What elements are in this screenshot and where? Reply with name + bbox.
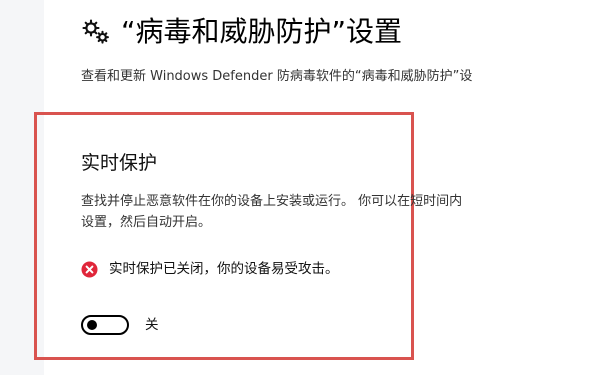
page-subtitle: 查看和更新 Windows Defender 防病毒软件的“病毒和威胁防护”设 — [81, 69, 473, 84]
description-line-1: 查找并停止恶意软件在你的设备上安装或运行。 你可以在短时间内 — [81, 194, 463, 209]
realtime-protection-toggle[interactable] — [81, 315, 129, 335]
realtime-warning: 实时保护已关闭，你的设备易受攻击。 — [81, 258, 339, 280]
realtime-protection-title: 实时保护 — [81, 152, 158, 174]
toggle-knob — [87, 320, 97, 330]
realtime-toggle-row: 关 — [81, 313, 159, 337]
description-line-2: 设置，然后自动开启。 — [81, 215, 212, 230]
warning-text: 实时保护已关闭，你的设备易受攻击。 — [109, 261, 339, 277]
page-header: “病毒和威胁防护”设置 — [81, 12, 402, 52]
gear-icon — [82, 19, 109, 44]
toggle-state-label: 关 — [145, 317, 159, 333]
page-title: “病毒和威胁防护”设置 — [121, 15, 403, 48]
error-icon — [81, 261, 98, 277]
settings-page: “病毒和威胁防护”设置 查看和更新 Windows Defender 防病毒软件… — [0, 0, 613, 375]
realtime-protection-description: 查找并停止恶意软件在你的设备上安装或运行。 你可以在短时间内 设置，然后自动开启… — [81, 191, 462, 233]
left-strip — [0, 0, 44, 375]
